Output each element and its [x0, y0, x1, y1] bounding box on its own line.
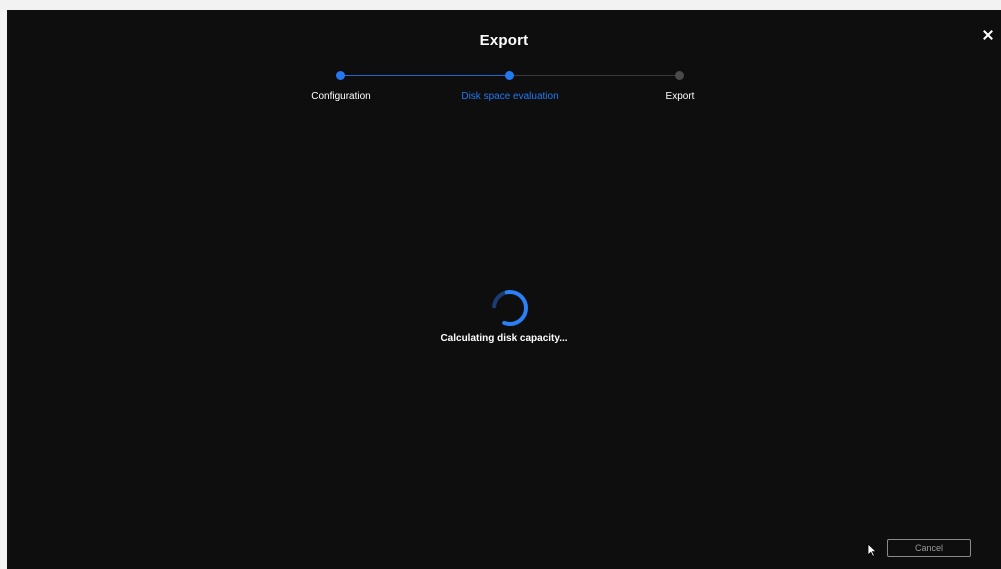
step-dot-export — [675, 71, 684, 80]
step-label-disk-space-evaluation: Disk space evaluation — [461, 91, 559, 102]
status-text: Calculating disk capacity... — [440, 333, 568, 344]
dialog-title: Export — [479, 32, 529, 49]
stepper-line-completed — [341, 75, 509, 76]
mouse-cursor-icon — [867, 543, 877, 557]
cancel-button[interactable]: Cancel — [887, 539, 971, 557]
step-label-configuration: Configuration — [311, 91, 371, 102]
stepper-line-pending — [510, 75, 678, 76]
step-dot-disk-space-evaluation — [505, 71, 514, 80]
export-dialog: Export Configuration Disk space evaluati… — [7, 10, 1001, 569]
step-dot-configuration — [336, 71, 345, 80]
loading-spinner-icon — [492, 290, 528, 326]
close-icon[interactable] — [981, 28, 995, 42]
step-label-export: Export — [665, 91, 695, 102]
